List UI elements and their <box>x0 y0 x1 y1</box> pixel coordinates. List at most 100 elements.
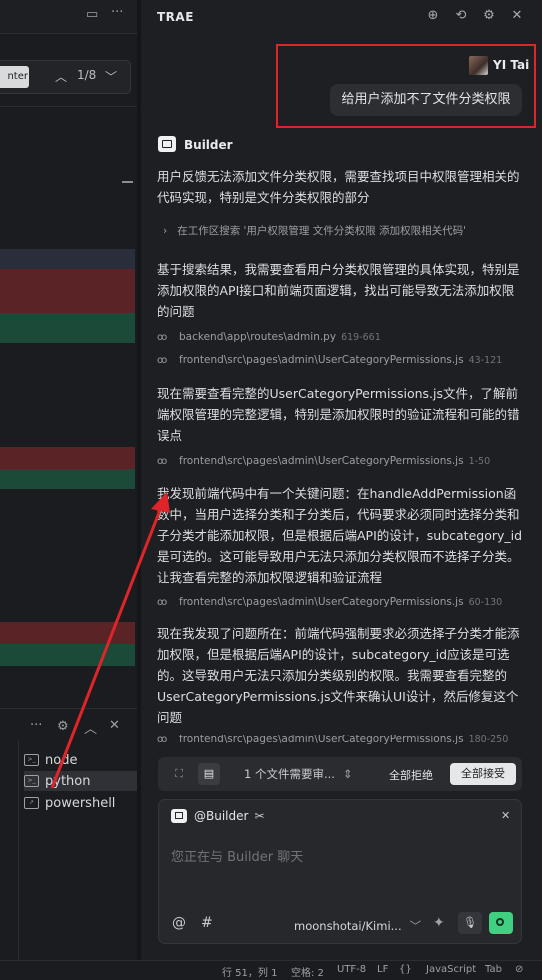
file-path: frontend\src\pages\admin\UserCategoryPer… <box>179 455 464 467</box>
powershell-icon: ↗ <box>24 797 39 809</box>
terminal-close-icon[interactable]: ✕ <box>109 718 120 733</box>
status-line-col[interactable]: 行 51，列 1 <box>222 964 277 979</box>
editor-divider <box>0 106 137 107</box>
updown-icon: ⇕ <box>342 767 353 781</box>
terminal-item-label: python <box>45 773 91 789</box>
file-line-range: 619-661 <box>341 331 381 343</box>
assistant-name: Builder <box>184 138 233 152</box>
assistant-paragraph: 我发现前端代码中有一个关键问题：在handleAddPermission函数中，… <box>157 486 523 585</box>
agent-chip-label: @Builder <box>194 809 249 823</box>
close-icon[interactable]: ✕ <box>509 8 525 24</box>
editor-area: ▭ ··· nter ︿ 1/8 ﹀ ··· ⚙ ︿ ✕ >_ node >_ … <box>0 0 141 960</box>
glasses-icon: oo <box>157 331 167 343</box>
remove-agent-icon[interactable]: ✕ <box>501 809 510 822</box>
status-encoding[interactable]: UTF-8 <box>337 964 366 975</box>
file-line-range: 60-130 <box>468 596 503 608</box>
find-prev-icon[interactable]: ︿ <box>55 68 67 85</box>
diff-line-added <box>0 644 135 666</box>
chat-input[interactable]: 您正在与 Builder 聊天 <box>171 846 303 865</box>
status-language[interactable]: JavaScript <box>426 964 476 975</box>
chat-input-box: @Builder ✂ ✕ 您正在与 Builder 聊天 @ # moonshot… <box>158 799 522 944</box>
diff-line-neutral <box>0 249 135 269</box>
terminal-list-divider <box>18 740 19 960</box>
tools-icon: ✂ <box>254 809 265 823</box>
status-braces[interactable]: {} <box>399 964 412 975</box>
chevron-right-icon: › <box>163 225 168 237</box>
history-icon[interactable]: ⟲ <box>453 8 469 24</box>
settings-icon[interactable]: ⚙ <box>481 8 497 24</box>
model-label: moonshotai/Kimi... <box>294 919 402 933</box>
file-view-step[interactable]: oo frontend\src\pages\admin\UserCategory… <box>157 735 508 745</box>
diff-line-removed <box>0 447 135 469</box>
find-next-icon[interactable]: ﹀ <box>105 68 117 85</box>
file-count-label: 1 个文件需要审... <box>244 767 335 781</box>
model-selector[interactable]: moonshotai/Kimi... ﹀ <box>294 918 421 934</box>
diff-line-removed <box>0 269 135 313</box>
assistant-paragraph: 现在我发现了问题所在：前端代码强制要求必须选择子分类才能添加权限，但是根据后端A… <box>157 626 520 725</box>
terminal-icon: >_ <box>24 775 39 787</box>
file-path: frontend\src\pages\admin\UserCategoryPer… <box>179 596 464 608</box>
mention-icon[interactable]: @ <box>172 915 186 931</box>
terminal-settings-icon[interactable]: ⚙ <box>57 719 69 734</box>
file-icon[interactable]: ▤ <box>198 763 220 785</box>
diff-line-added <box>0 313 135 343</box>
hash-icon[interactable]: # <box>201 915 213 931</box>
split-editor-icon[interactable]: ▭ <box>86 7 98 22</box>
accept-all-button[interactable]: 全部接受 <box>450 763 516 785</box>
diff-line-removed <box>0 622 135 644</box>
highlight-box <box>276 44 536 128</box>
new-chat-icon[interactable]: ⊕ <box>425 8 441 24</box>
scroll-marker <box>122 181 133 183</box>
find-enter-button[interactable]: nter <box>0 66 29 88</box>
file-view-step[interactable]: oo backend\app\routes\admin.py 619-661 <box>157 331 381 343</box>
terminal-item-powershell[interactable]: ↗ powershell <box>24 793 115 813</box>
search-step[interactable]: › 在工作区搜索 '用户权限管理 文件分类权限 添加权限相关代码' <box>163 223 466 238</box>
glasses-icon: oo <box>157 735 167 745</box>
more-actions-icon[interactable]: ··· <box>111 5 123 20</box>
agent-chip[interactable]: @Builder ✂ <box>194 809 265 823</box>
terminal-more-icon[interactable]: ··· <box>30 718 42 733</box>
builder-icon <box>158 136 176 152</box>
status-tab[interactable]: Tab <box>485 964 502 975</box>
file-path: frontend\src\pages\admin\UserCategoryPer… <box>179 735 464 745</box>
find-match-count: 1/8 <box>77 68 97 82</box>
notification-icon[interactable]: ⊘ <box>515 964 523 975</box>
status-bar: 行 51，列 1 空格: 2 UTF-8 LF {} JavaScript Ta… <box>0 960 542 980</box>
panel-title: TRAE <box>157 10 194 24</box>
collapse-icon[interactable]: ⛶ <box>168 763 190 785</box>
search-step-label: 在工作区搜索 '用户权限管理 文件分类权限 添加权限相关代码' <box>177 225 466 237</box>
builder-icon <box>171 809 187 823</box>
file-line-range: 43-121 <box>468 354 503 366</box>
file-path: frontend\src\pages\admin\UserCategoryPer… <box>179 354 464 366</box>
file-path: backend\app\routes\admin.py <box>179 331 337 343</box>
reject-all-button[interactable]: 全部拒绝 <box>389 767 433 783</box>
chat-panel: TRAE ⊕ ⟲ ⚙ ✕ YI Tai 给用户添加不了文件分类权限 Builde… <box>141 0 542 960</box>
send-button[interactable] <box>489 912 513 934</box>
status-spaces[interactable]: 空格: 2 <box>291 964 324 979</box>
file-view-step[interactable]: oo frontend\src\pages\admin\UserCategory… <box>157 455 490 467</box>
terminal-item-node[interactable]: >_ node <box>24 750 77 770</box>
terminal-item-label: powershell <box>45 795 116 811</box>
diff-line-added <box>0 469 135 489</box>
file-line-range: 1-50 <box>468 455 491 467</box>
terminal-item-label: node <box>45 752 78 768</box>
terminal-maximize-icon[interactable]: ︿ <box>84 718 97 737</box>
terminal-icon: >_ <box>24 754 39 766</box>
glasses-icon: oo <box>157 596 167 608</box>
file-view-step[interactable]: oo frontend\src\pages\admin\UserCategory… <box>157 354 502 366</box>
chevron-down-icon: ﹀ <box>409 919 422 933</box>
assistant-paragraph: 基于搜索结果，我需要查看用户分类权限管理的具体实现，特别是添加权限的API接口和… <box>157 262 520 319</box>
mic-button[interactable]: 🎙 <box>458 912 482 934</box>
assistant-paragraph: 现在需要查看完整的UserCategoryPermissions.js文件，了解… <box>157 386 520 443</box>
file-line-range: 180-250 <box>468 735 509 745</box>
sparkle-icon[interactable]: ✦ <box>433 915 445 931</box>
terminal-item-python[interactable]: >_ python <box>24 771 137 791</box>
review-action-bar: ⛶ ▤ 1 个文件需要审... ⇕ 全部拒绝 全部接受 <box>158 757 522 791</box>
file-count-dropdown[interactable]: 1 个文件需要审... ⇕ <box>244 766 353 782</box>
assistant-paragraph: 用户反馈无法添加文件分类权限，需要查找项目中权限管理相关的代码实现，特别是文件分… <box>157 169 520 205</box>
glasses-icon: oo <box>157 354 167 366</box>
editor-toolbar: ▭ ··· <box>0 0 141 34</box>
glasses-icon: oo <box>157 455 167 467</box>
file-view-step[interactable]: oo frontend\src\pages\admin\UserCategory… <box>157 596 502 608</box>
status-eol[interactable]: LF <box>377 964 388 975</box>
